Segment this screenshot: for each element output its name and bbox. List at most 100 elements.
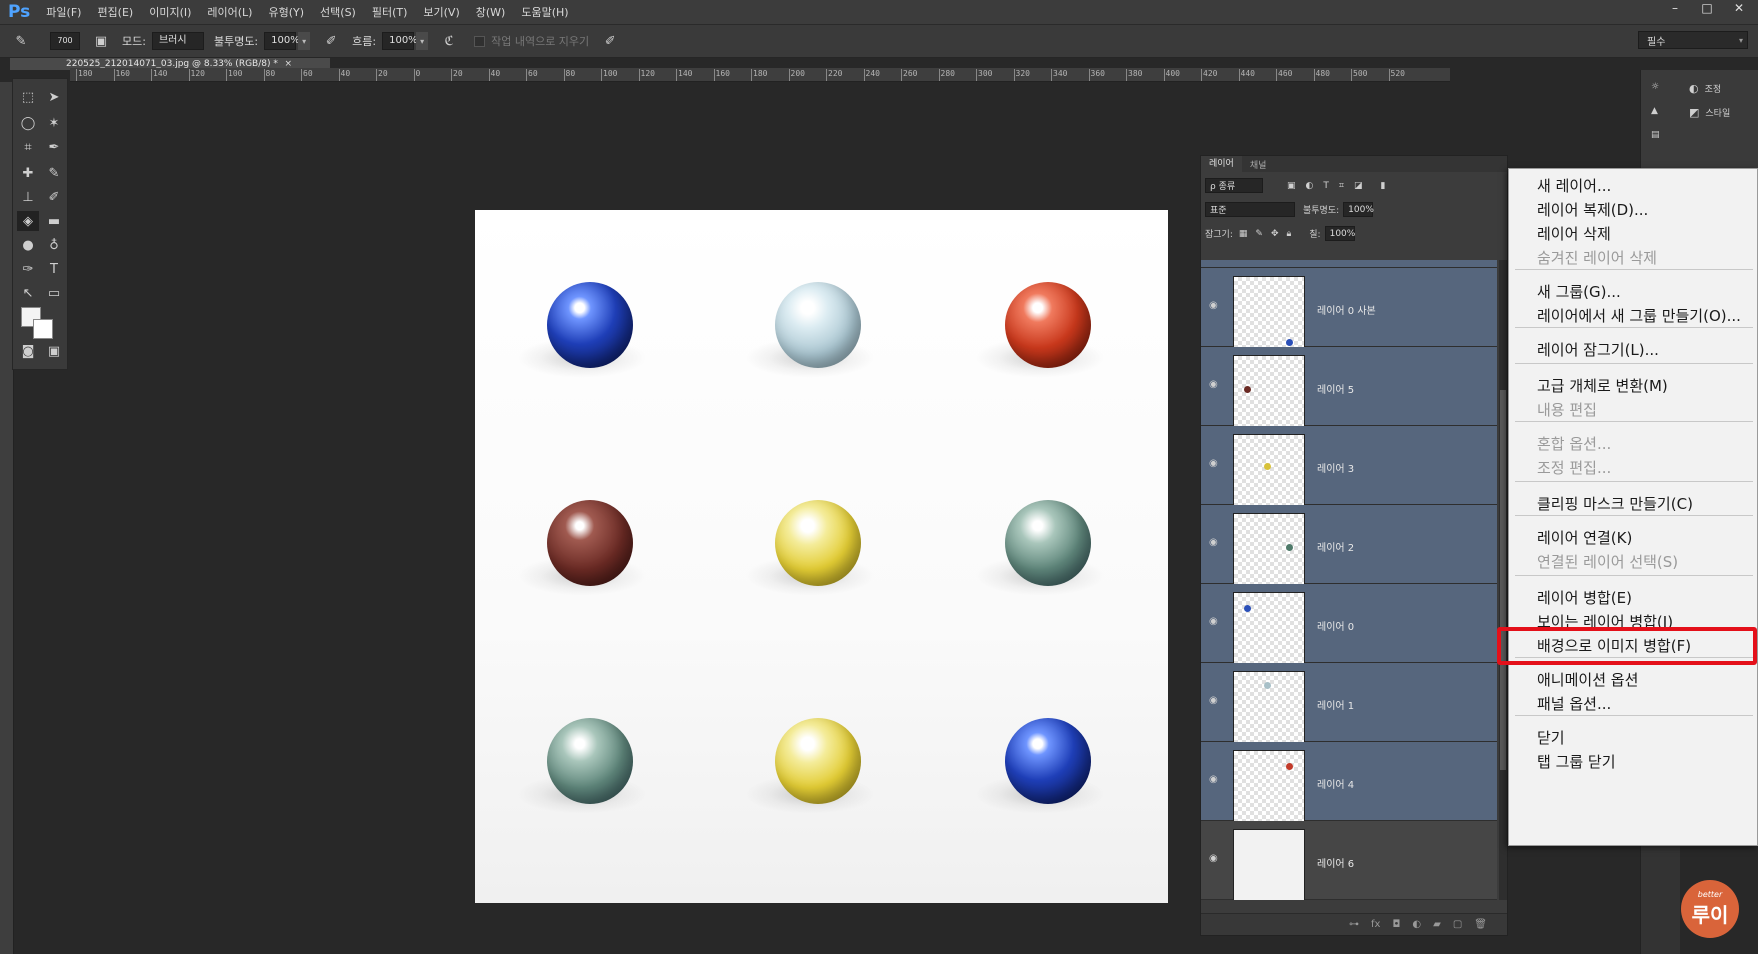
menu-window[interactable]: 창(W) [468,4,514,20]
document-canvas[interactable] [475,210,1168,903]
context-menu-item[interactable]: 레이어에서 새 그룹 만들기(O)... [1537,305,1741,326]
layers-scroll-thumb[interactable] [1500,390,1506,770]
add-mask-icon[interactable]: ◘ [1392,919,1400,930]
visibility-eye-icon[interactable]: ◉ [1209,853,1221,864]
lock-paint-icon[interactable]: ✎ [1255,229,1263,239]
erase-history-checkbox[interactable] [474,35,486,47]
layer-row[interactable]: ◉ 레이어 0 [1201,584,1497,664]
visibility-eye-icon[interactable]: ◉ [1209,537,1221,548]
lock-transparent-icon[interactable]: ▦ [1239,229,1248,239]
lasso-tool-icon[interactable]: ◯ [17,113,39,133]
stamp-tool-icon[interactable]: ⊥ [17,187,39,207]
layer-row[interactable]: ◉ 레이어 3 [1201,426,1497,506]
magic-wand-icon[interactable]: ✶ [43,113,65,133]
layer-row[interactable]: ◉ 레이어 5 [1201,347,1497,427]
eraser-tool-icon[interactable]: ✎ [10,31,32,51]
context-menu-item[interactable]: 패널 옵션... [1537,693,1611,714]
layer-name[interactable]: 레이어 5 [1317,381,1354,396]
layer-row-partial[interactable] [1201,260,1497,268]
tab-layers[interactable]: 레이어 [1201,156,1242,172]
marquee-tool-icon[interactable]: ⬚ [17,87,39,107]
brush-size-preset[interactable]: 700 [50,32,80,50]
dodge-tool-icon[interactable]: ♁ [43,235,65,255]
menu-layer[interactable]: 레이어(L) [199,4,260,20]
visibility-eye-icon[interactable]: ◉ [1209,616,1221,627]
fx-icon[interactable]: fx [1371,919,1380,930]
context-menu-item[interactable]: 레이어 병합(E) [1537,587,1632,608]
opacity-dropdown-icon[interactable]: ▾ [298,32,311,50]
filter-type-icon[interactable]: T [1323,181,1329,191]
type-tool-icon[interactable]: T [43,259,65,279]
context-menu-item[interactable]: 클리핑 마스크 만들기(C) [1537,493,1693,514]
flow-input[interactable]: 100% [382,32,418,50]
menu-select[interactable]: 선택(S) [312,4,364,20]
context-menu-item[interactable]: 레이어 삭제 [1537,223,1611,244]
brightness-icon[interactable]: ☼ [1651,82,1659,92]
menu-image[interactable]: 이미지(I) [141,4,199,20]
history-brush-icon[interactable]: ✐ [43,187,65,207]
filter-smart-icon[interactable]: ◪ [1354,181,1363,191]
filter-shape-icon[interactable]: ⌗ [1339,181,1344,191]
layer-row[interactable]: ◉ 레이어 0 사본 [1201,268,1497,348]
adjustment-layer-icon[interactable]: ◐ [1412,919,1421,930]
context-menu-item[interactable]: 고급 개체로 변환(M) [1537,375,1668,396]
healing-brush-icon[interactable]: ✚ [17,163,39,183]
dock-item-adjust[interactable]: ◐ 조정 [1689,82,1721,95]
menu-type[interactable]: 유형(Y) [260,4,312,20]
layer-name[interactable]: 레이어 3 [1317,460,1354,475]
filter-adjust-icon[interactable]: ◐ [1306,181,1314,191]
histogram-icon[interactable]: ▲ [1651,106,1658,116]
properties-icon[interactable]: ▤ [1651,130,1660,140]
visibility-eye-icon[interactable]: ◉ [1209,379,1221,390]
visibility-eye-icon[interactable]: ◉ [1209,695,1221,706]
eyedropper-icon[interactable]: ✒ [43,137,65,157]
pressure-size-icon[interactable]: ✐ [599,31,621,51]
brush-panel-icon[interactable]: ▣ [90,31,112,51]
quick-mask-icon[interactable]: ◙ [17,341,39,361]
layers-scrollbar[interactable] [1499,260,1507,900]
context-menu-item[interactable]: 닫기 [1537,727,1565,748]
minimize-button[interactable]: – [1662,0,1688,16]
layer-name[interactable]: 레이어 6 [1317,855,1354,870]
lock-move-icon[interactable]: ✥ [1271,229,1279,239]
crop-tool-icon[interactable]: ⌗ [17,137,39,157]
visibility-eye-icon[interactable]: ◉ [1209,300,1221,311]
context-menu-item[interactable]: 새 레이어... [1537,175,1611,196]
flow-dropdown-icon[interactable]: ▾ [416,32,429,50]
opacity-input[interactable]: 100% [264,32,300,50]
layer-name[interactable]: 레이어 1 [1317,697,1354,712]
layer-filter-select[interactable]: ρ 종류 [1205,178,1263,193]
close-window-button[interactable]: ✕ [1726,0,1752,16]
new-group-icon[interactable]: ▰ [1433,919,1441,930]
context-menu-item[interactable]: 레이어 잠그기(L)... [1537,339,1659,360]
trash-icon[interactable]: 🗑︎ [1474,919,1487,930]
screen-mode-icon[interactable]: ▣ [43,341,65,361]
brush-tool-icon[interactable]: ✎ [43,163,65,183]
context-menu-item[interactable]: 레이어 복제(D)... [1537,199,1648,220]
airbrush-icon[interactable]: ℭ [438,31,460,51]
menu-file[interactable]: 파일(F) [38,4,89,20]
move-tool-icon[interactable]: ➤ [43,87,65,107]
layer-row[interactable]: ◉ 레이어 2 [1201,505,1497,585]
layer-opacity-input[interactable]: 100% [1343,202,1374,217]
blur-tool-icon[interactable]: ● [17,235,39,255]
layer-name[interactable]: 레이어 0 [1317,618,1354,633]
background-color-swatch[interactable] [33,319,53,339]
layer-row[interactable]: ◉ 레이어 6 [1201,821,1497,900]
menu-help[interactable]: 도움말(H) [513,4,576,20]
pressure-opacity-icon[interactable]: ✐ [320,31,342,51]
tab-channels[interactable]: 채널 [1242,158,1275,171]
eraser-tool-icon[interactable]: ◈ [17,211,39,231]
filter-pixel-icon[interactable]: ▣ [1287,181,1296,191]
layer-row[interactable]: ◉ 레이어 1 [1201,663,1497,743]
menu-edit[interactable]: 편집(E) [89,4,141,20]
layer-row[interactable]: ◉ 레이어 4 [1201,742,1497,822]
path-select-icon[interactable]: ↖ [17,283,39,303]
menu-view[interactable]: 보기(V) [415,4,467,20]
blend-mode-select[interactable]: 표준 [1205,202,1295,217]
link-layers-icon[interactable]: ⊶ [1349,919,1359,930]
fill-input[interactable]: 100% [1324,226,1355,241]
new-layer-icon[interactable]: ▢ [1453,919,1462,930]
dock-item-style[interactable]: ◩ 스타일 [1689,106,1730,119]
layer-name[interactable]: 레이어 2 [1317,539,1354,554]
